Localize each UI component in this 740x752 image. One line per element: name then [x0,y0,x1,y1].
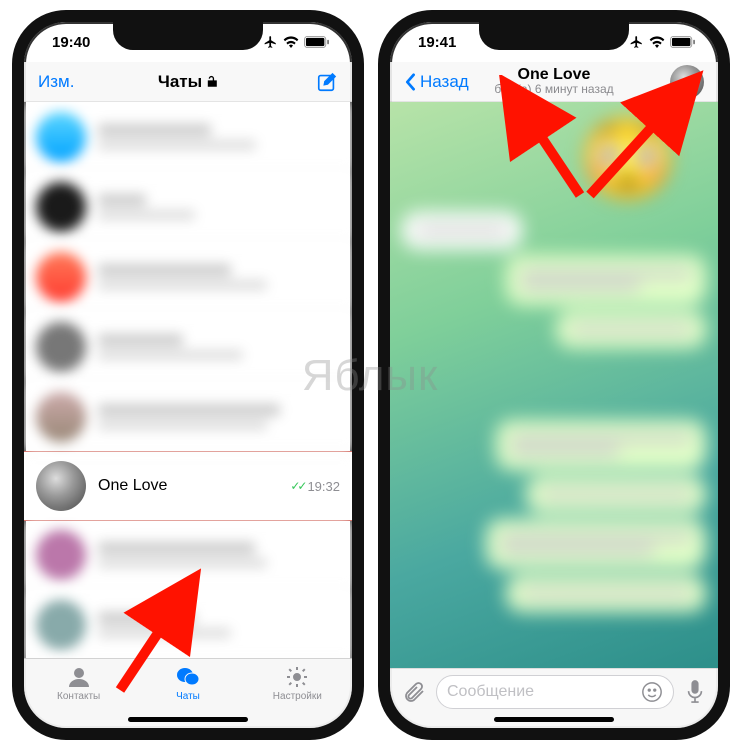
unlock-icon [206,75,218,89]
chevron-left-icon [404,73,416,91]
status-time: 19:40 [52,34,90,51]
profile-avatar-button[interactable] [670,65,704,99]
compose-button[interactable] [316,71,338,93]
wifi-icon [283,36,299,48]
chat-row[interactable] [24,102,352,172]
back-button[interactable]: Назад [404,72,469,92]
chat-row[interactable] [24,172,352,242]
attach-icon[interactable] [402,680,426,704]
chat-list[interactable]: One Love ✓✓ 19:32 [24,102,352,658]
sticker-icon[interactable] [641,681,663,703]
status-icons [263,35,330,49]
message-bubble[interactable] [506,255,706,305]
message-bubble[interactable] [486,519,706,569]
settings-icon [284,665,310,689]
message-bubble[interactable] [526,476,706,513]
edit-button[interactable]: Изм. [38,72,74,92]
nav-bar: Изм. Чаты [24,62,352,102]
message-bubble[interactable] [402,212,522,249]
battery-icon [304,36,330,48]
nav-bar: Назад One Love был(а) 6 минут назад [390,62,718,102]
read-checks-icon: ✓✓ [290,479,304,493]
message-input[interactable]: Сообщение [436,675,674,709]
emoji-message: 😳 [390,102,718,206]
battery-icon [670,36,696,48]
wifi-icon [649,36,665,48]
message-bubble[interactable] [506,575,706,612]
avatar [36,461,86,511]
avatar [670,65,704,99]
chat-row-one-love[interactable]: One Love ✓✓ 19:32 [24,451,352,521]
chat-time: ✓✓ 19:32 [290,479,340,494]
compose-icon [316,71,338,93]
tab-chats[interactable]: Чаты [148,665,228,702]
chat-name: One Love [98,477,278,495]
tab-settings[interactable]: Настройки [257,665,337,702]
conversation-area[interactable]: 😳 [390,102,718,668]
status-icons [629,35,696,49]
notch [479,20,629,50]
phone-frame-left: 19:40 Изм. Чаты One Love ✓✓ [12,10,364,740]
chat-row[interactable] [24,382,352,452]
status-time: 19:41 [418,34,456,51]
chat-row[interactable] [24,312,352,382]
airplane-icon [263,35,278,49]
home-indicator[interactable] [494,717,614,722]
mic-icon[interactable] [684,679,706,705]
chat-row[interactable] [24,242,352,312]
chat-row[interactable] [24,520,352,590]
tab-contacts[interactable]: Контакты [39,665,119,702]
contacts-icon [66,665,92,689]
message-bubble[interactable] [496,420,706,470]
message-bubble[interactable] [556,311,706,348]
home-indicator[interactable] [128,717,248,722]
airplane-icon [629,35,644,49]
chat-row[interactable] [24,590,352,658]
notch [113,20,263,50]
placeholder-text: Сообщение [447,683,534,701]
chats-icon [175,665,201,689]
phone-frame-right: 19:41 Назад One Love был(а) 6 минут наза… [378,10,730,740]
